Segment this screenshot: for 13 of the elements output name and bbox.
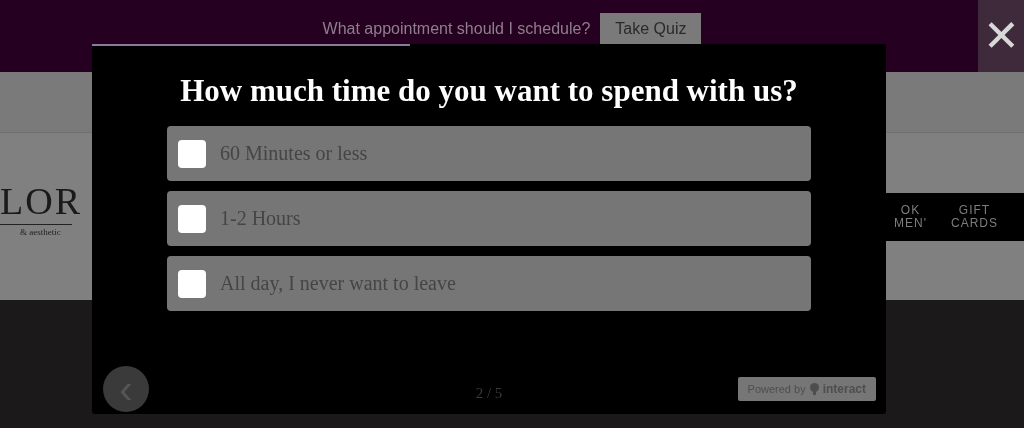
logo-icon: [808, 383, 820, 395]
checkbox[interactable]: [178, 269, 206, 298]
nav-link[interactable]: GIFT CARDS: [951, 204, 998, 230]
close-button[interactable]: ✕: [978, 0, 1024, 72]
question-title: How much time do you want to spend with us?: [179, 72, 799, 110]
checkbox[interactable]: [178, 139, 206, 168]
logo-tagline: & aesthetic: [19, 227, 62, 237]
page-counter: 2 / 5: [475, 385, 503, 402]
banner-text: What appointment should I schedule?: [322, 20, 591, 38]
take-quiz-button[interactable]: Take Quiz: [600, 13, 702, 45]
nav-link[interactable]: OK MEN': [894, 204, 927, 230]
logo-text[interactable]: LOR: [0, 181, 82, 221]
checkbox[interactable]: [178, 204, 206, 233]
